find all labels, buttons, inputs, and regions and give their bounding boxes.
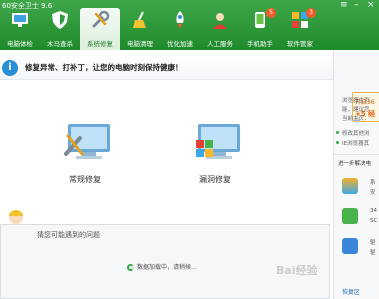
bullet-icon: [336, 141, 339, 144]
service-person-icon: [213, 13, 227, 29]
info-bar: i 修复异常、打补丁，让您的电脑时刻保持健康！: [0, 54, 333, 80]
loading-text: 数据加载中，请稍候...: [137, 264, 197, 271]
vulnerability-repair-icon: [196, 124, 240, 159]
app-driver-sub: 驱: [370, 250, 376, 256]
loading-indicator: 数据加载中，请稍候...: [127, 262, 197, 271]
app-system-sub: 安: [370, 190, 376, 196]
section-title: 进一步解决电: [338, 161, 372, 167]
regular-repair-label: 常规修复: [69, 175, 101, 184]
info-message: 修复异常、打补丁，让您的电脑时刻保持健康！: [25, 63, 183, 72]
divider: [334, 154, 379, 155]
problem-title: 猜您可能遇到的问题: [37, 231, 100, 239]
wrench-icon: [92, 10, 110, 28]
browser-tip-1: 浏览器主页: [342, 98, 370, 104]
regular-repair-icon: [64, 124, 110, 159]
browser-tip-3: 当前主页：: [342, 116, 370, 122]
restore-area-link[interactable]: 恢复区: [342, 287, 360, 296]
regular-repair-button[interactable]: 常规修复: [50, 124, 120, 188]
right-sidebar: 开启36 +5 经 浏览器主页 能，建议您 当前主页： 修改其他浏 IE浏览器其…: [333, 50, 379, 299]
app-question-sub: SC: [370, 218, 378, 224]
nav-item-phone-assistant[interactable]: 5 手机助手: [240, 8, 280, 50]
nav-item-software-manager[interactable]: 3 软件管家: [280, 8, 320, 50]
bullet-icon: [336, 131, 339, 134]
app-system-icon[interactable]: [342, 178, 358, 194]
nav-item-pc-checkup[interactable]: 电脑体检: [0, 8, 40, 50]
app-question-label: 34: [370, 208, 377, 214]
app-question-icon[interactable]: [342, 208, 358, 224]
notification-badge: 3: [306, 8, 316, 18]
notification-badge: 5: [266, 8, 276, 18]
nav-item-trojan-scan[interactable]: 木马查杀: [40, 8, 80, 50]
nav-label: 软件管家: [287, 40, 313, 48]
checkup-icon: [12, 13, 28, 27]
nav-item-system-repair[interactable]: 系统修复: [80, 8, 120, 50]
broom-icon: [133, 11, 146, 28]
vulnerability-repair-label: 漏洞修复: [199, 175, 231, 184]
nav-item-speed-up[interactable]: 优化加速: [160, 8, 200, 50]
nav-item-human-service[interactable]: 人工服务: [200, 8, 240, 50]
watermark-logo: Bai经验: [276, 264, 318, 277]
browser-fix-link-1[interactable]: 修改其他浏: [342, 129, 370, 137]
app-driver-icon[interactable]: [342, 238, 358, 254]
info-icon: i: [2, 60, 18, 76]
shield-icon: [52, 11, 68, 29]
nav-item-pc-cleanup[interactable]: 电脑清理: [120, 8, 160, 50]
menu-icon[interactable]: ≡: [340, 0, 348, 10]
app-driver-label: 驱: [370, 240, 376, 246]
browser-tip-2: 能，建议您: [342, 107, 370, 113]
spinner-icon: [127, 264, 134, 271]
app-system-label: 系: [370, 180, 376, 186]
vulnerability-repair-button[interactable]: 漏洞修复: [180, 124, 250, 188]
rocket-icon: [176, 11, 184, 29]
close-icon[interactable]: ×: [367, 0, 375, 10]
browser-fix-link-2[interactable]: IE浏览器其: [342, 139, 369, 147]
minimize-icon[interactable]: –: [354, 0, 359, 10]
top-navigation-bar: 60安全卫士 9.6 ≡ – × 电脑体检 木马查杀 系统修复 电脑清理 优化加…: [0, 0, 379, 50]
